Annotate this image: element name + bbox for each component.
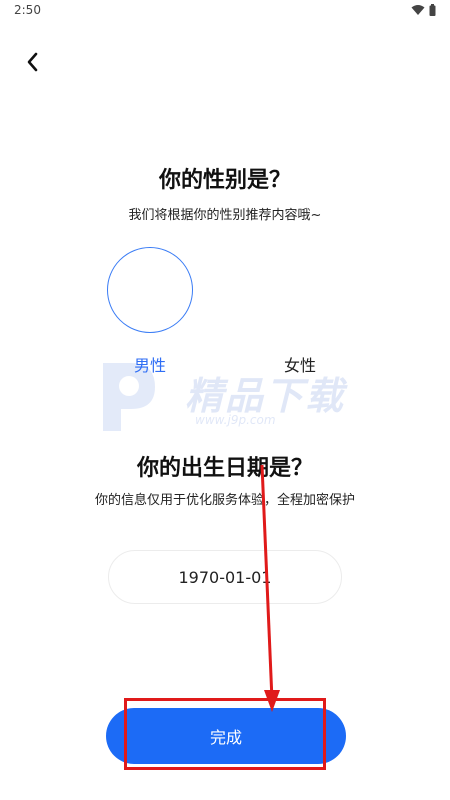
birth-date-subtitle: 你的信息仅用于优化服务体验，全程加密保护 bbox=[94, 493, 355, 508]
gender-avatar-male[interactable] bbox=[107, 247, 193, 333]
status-icons bbox=[411, 4, 436, 16]
gender-option-male[interactable]: 男性 bbox=[134, 352, 166, 376]
annotation-arrow-icon bbox=[260, 464, 280, 712]
watermark-text: 精品下载 bbox=[185, 374, 346, 418]
done-button-label: 完成 bbox=[209, 728, 242, 747]
wifi-icon bbox=[411, 5, 425, 15]
gender-title: 你的性别是？ bbox=[158, 168, 291, 193]
back-button[interactable] bbox=[20, 48, 46, 76]
done-button[interactable]: 完成 bbox=[106, 708, 346, 764]
chevron-left-icon bbox=[27, 52, 38, 72]
birth-date-title: 你的出生日期是？ bbox=[136, 456, 313, 481]
gender-subtitle: 我们将根据你的性别推荐内容哦~ bbox=[128, 208, 322, 223]
battery-icon bbox=[429, 4, 436, 16]
status-time: 2:50 bbox=[14, 3, 41, 17]
birth-date-field[interactable]: 1970-01-01 bbox=[108, 550, 342, 604]
birth-date-value: 1970-01-01 bbox=[178, 567, 272, 587]
status-bar: 2:50 bbox=[0, 0, 450, 22]
gender-option-female[interactable]: 女性 bbox=[284, 352, 316, 376]
watermark-url: www.j9p.com bbox=[195, 413, 276, 427]
